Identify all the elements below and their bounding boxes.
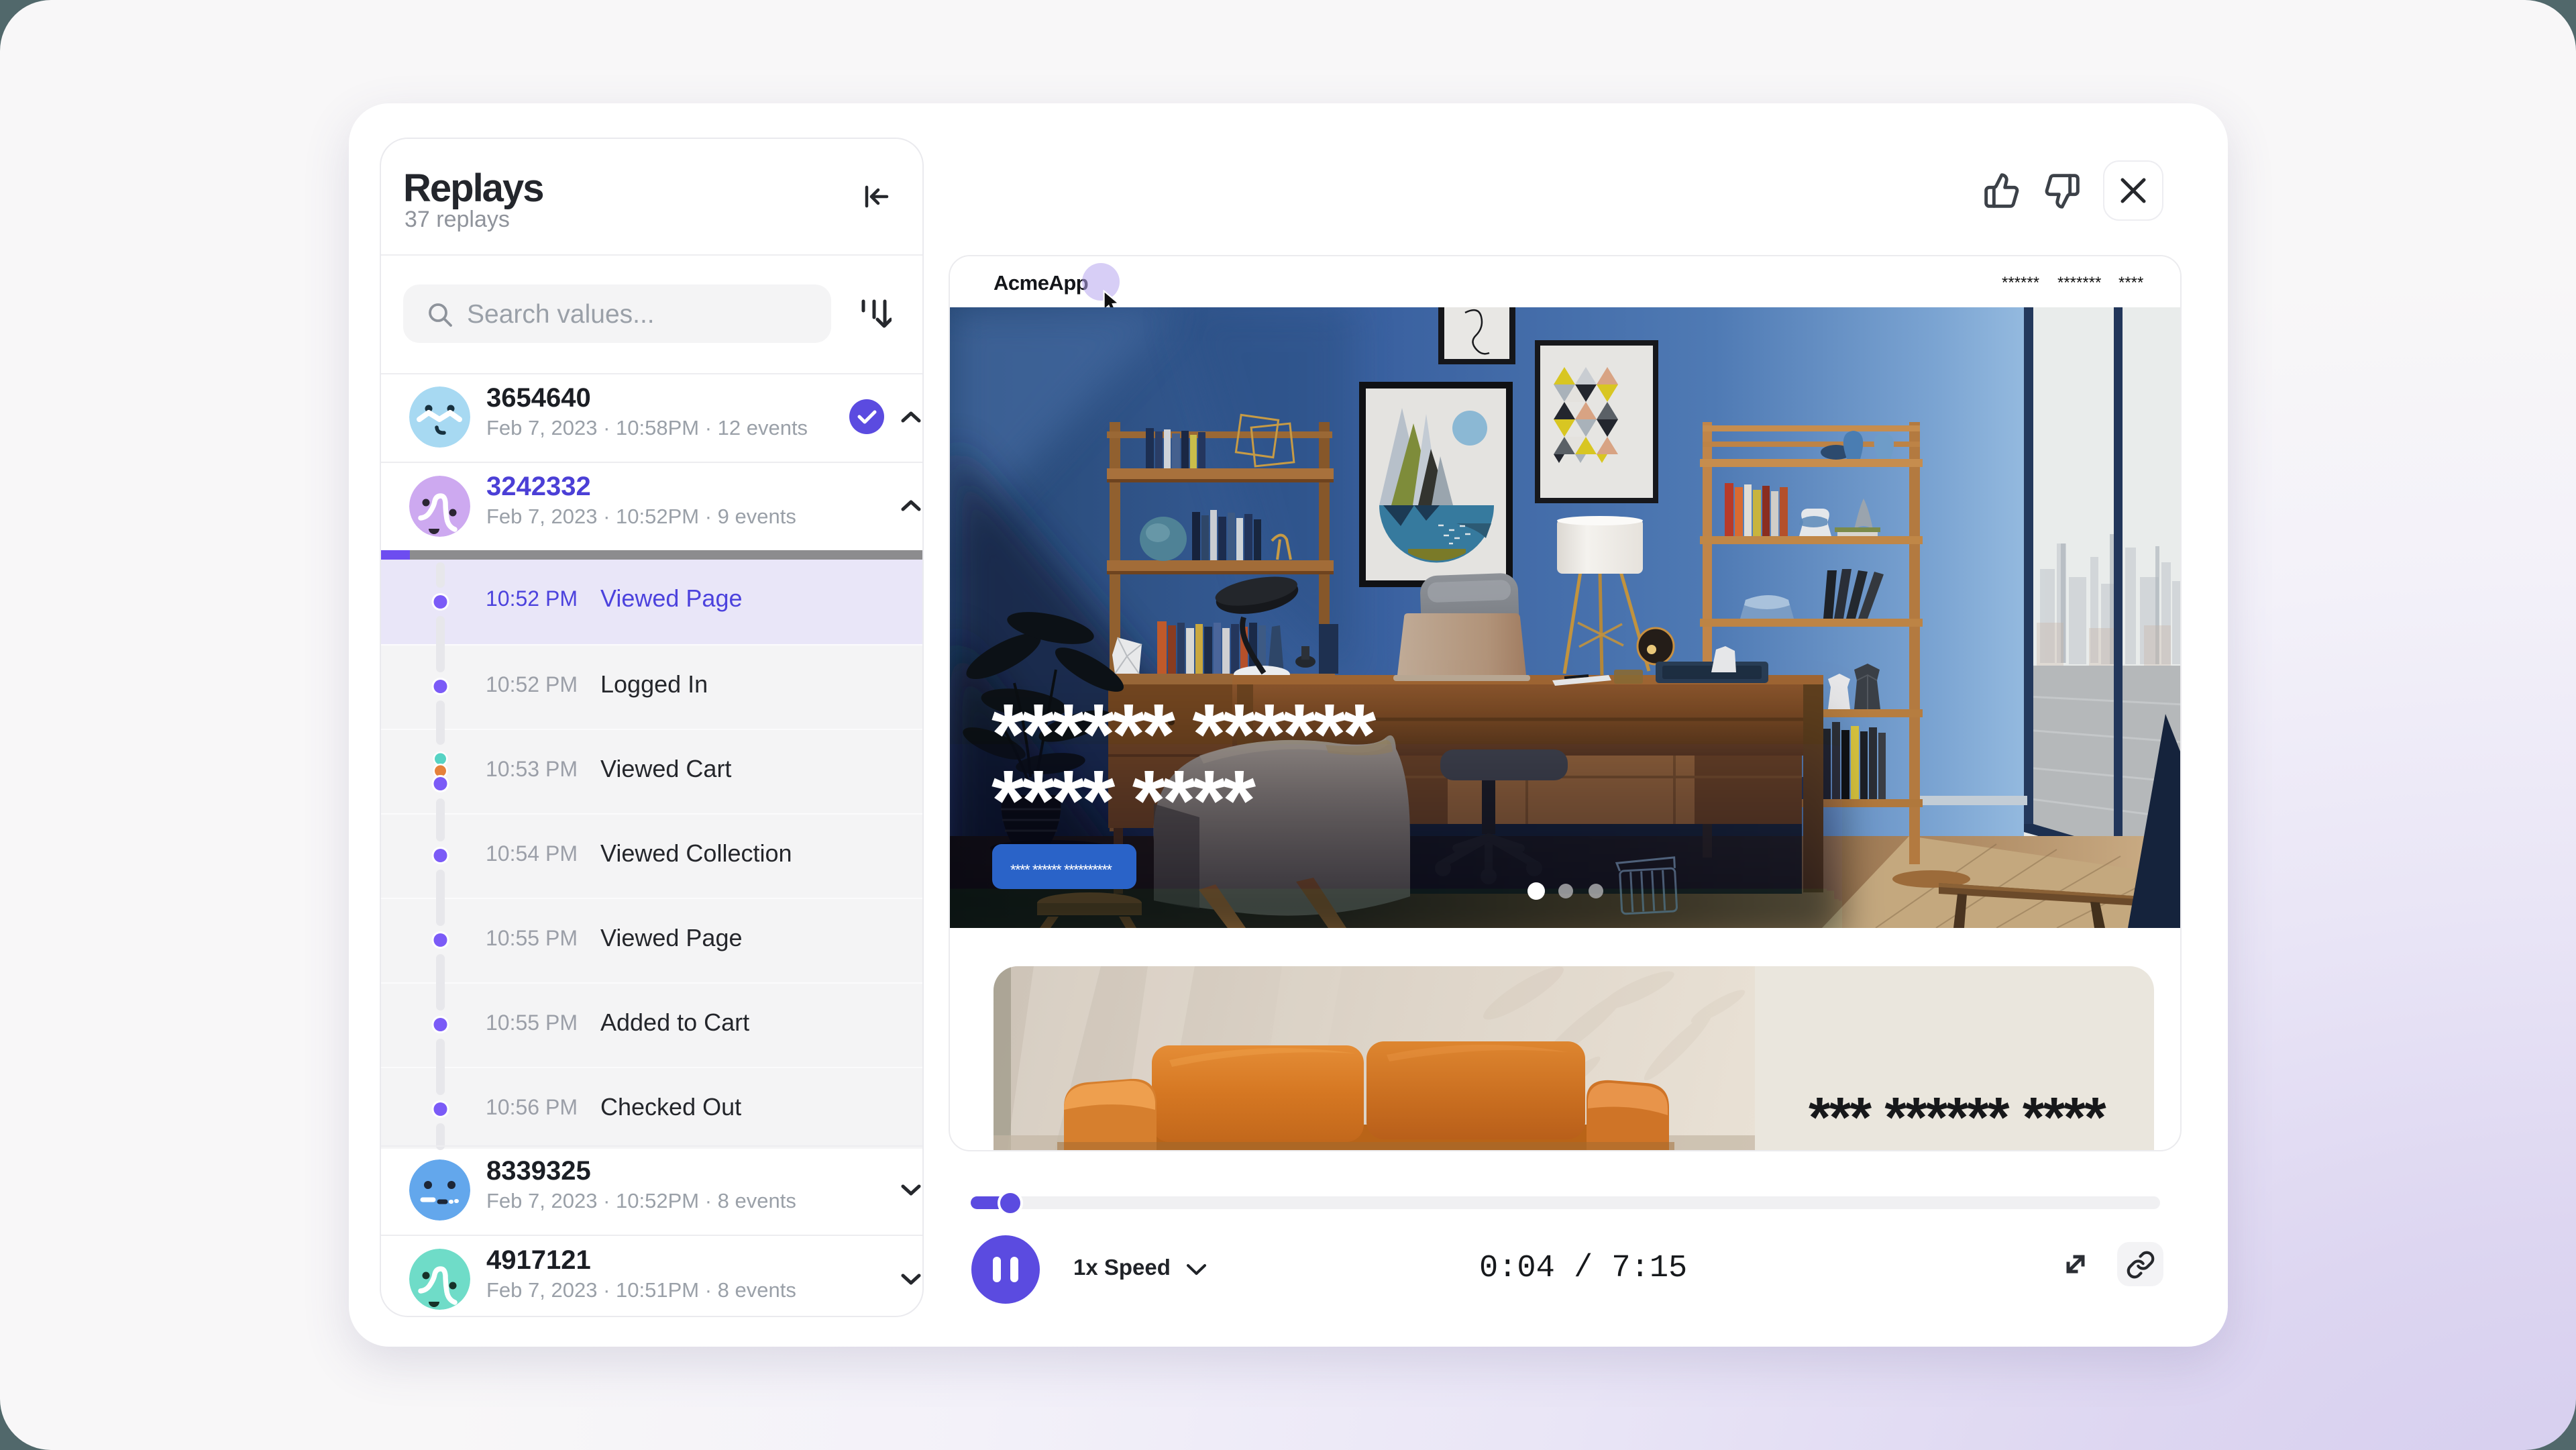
svg-text:**** ****** **********: **** ****** ********** bbox=[1010, 862, 1112, 878]
svg-text:**** ****: **** **** bbox=[991, 753, 1256, 849]
